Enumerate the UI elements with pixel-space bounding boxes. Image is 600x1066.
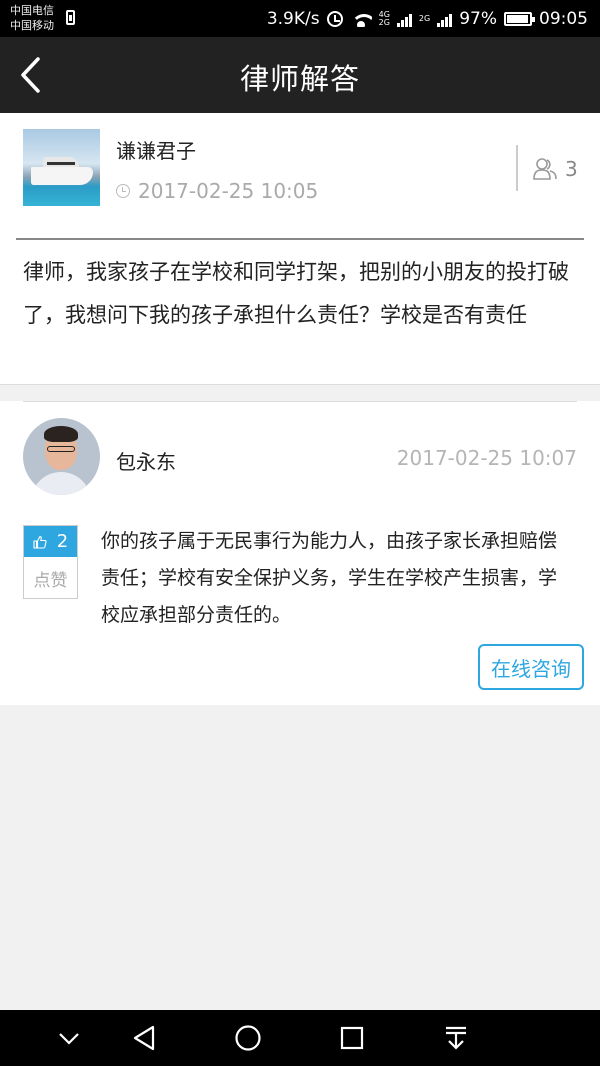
alarm-icon [326,10,343,27]
sim-card-icon [66,10,75,25]
network-type-4g: 4G 2G [378,10,390,27]
nav-notification-button[interactable] [442,1024,470,1052]
status-indicators: 3.9K/s 4G 2G 2G 97% 09:05 [267,0,588,37]
signal-icon-1 [396,11,412,27]
question-time-row: 2017-02-25 10:05 [116,179,318,203]
triangle-back-icon [133,1025,155,1051]
clock-icon [116,184,130,198]
answer-time: 2017-02-25 10:07 [396,446,577,470]
chevron-down-icon [59,1033,79,1045]
status-bar: 中国电信 中国移动 3.9K/s 4G 2G 2G 97% 09:05 [0,0,600,37]
thumbs-up-icon [33,535,47,549]
answer-text: 你的孩子属于无民事行为能力人，由孩子家长承担赔偿责任；学校有安全保护义务，学生在… [101,530,558,626]
battery-level-fill [507,14,529,23]
viewer-count-value: 3 [565,157,578,181]
nav-recents-button[interactable] [338,1024,366,1052]
battery-icon [504,11,535,26]
question-divider [16,238,584,240]
home-circle-icon [235,1025,261,1051]
square-recents-icon [340,1026,364,1050]
carrier-2: 中国移动 [10,19,54,32]
like-button[interactable]: 2 点赞 [23,525,78,599]
app-bar: 律师解答 [0,37,600,113]
signal-icon-2 [437,11,453,27]
lawyer-avatar[interactable] [23,418,100,495]
question-card: 谦谦君子 2017-02-25 10:05 3 律师，我家孩子在学校和同学打架，… [0,113,600,385]
question-text: 律师，我家孩子在学校和同学打架，把别的小朋友的投打破了，我想问下我的孩子承担什么… [23,260,569,327]
net-speed: 3.9K/s [266,8,320,29]
system-nav-bar [0,1010,600,1066]
net-2g-label: 2G [418,13,431,23]
clock-time: 09:05 [539,8,588,29]
page-title: 律师解答 [239,62,360,96]
answer-card: 包永东 2017-02-25 10:07 2 点赞 你的孩子属于无民事行为能力人… [0,401,600,705]
asker-username: 谦谦君子 [116,139,196,163]
network-type-2g: 2G [418,13,431,23]
hide-nav-button[interactable] [55,1024,83,1052]
vertical-divider [516,145,518,191]
like-label: 点赞 [33,570,68,591]
nav-home-button[interactable] [234,1024,262,1052]
like-count: 2 [56,531,69,552]
net-4g-sub-label: 2G [378,17,390,27]
online-consult-button[interactable]: 在线咨询 [478,644,584,690]
battery-percent: 97% [459,8,497,29]
answer-top-divider [23,401,577,402]
carrier-names: 中国电信 中国移动 [10,3,54,33]
question-time: 2017-02-25 10:05 [138,179,319,203]
asker-avatar[interactable] [23,129,100,206]
carrier-1: 中国电信 [10,4,54,17]
wifi-icon [350,11,372,27]
viewer-count: 3 [533,157,578,181]
lawyer-name: 包永东 [116,450,176,474]
like-count-bar: 2 [24,526,77,557]
users-icon [533,158,557,180]
nav-back-button[interactable] [131,1024,159,1052]
pull-down-icon [446,1026,466,1050]
